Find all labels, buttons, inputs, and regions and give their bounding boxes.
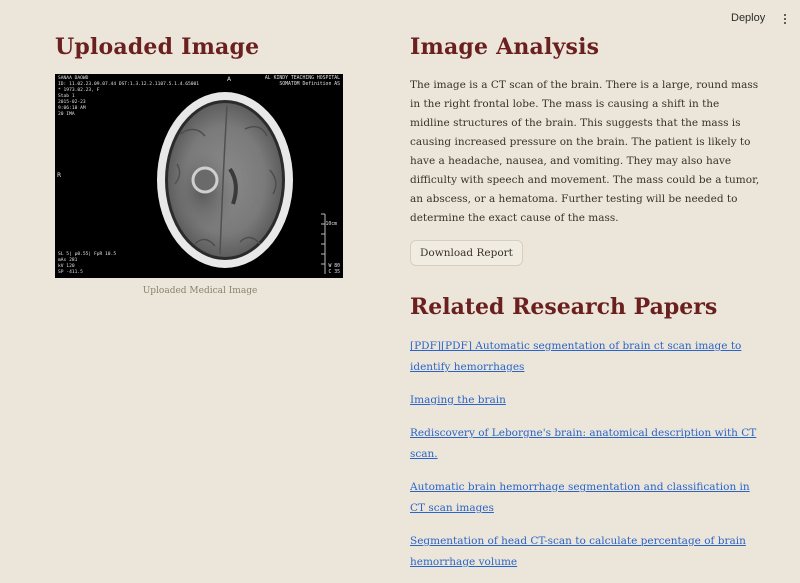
top-bar: Deploy [0, 0, 800, 36]
overlay-line: SP -411.5 [58, 270, 83, 275]
uploaded-image-column: Uploaded Image SANAA DAOWD ID: 11.02.23.… [55, 34, 345, 296]
overlay-line: SOMATOM Definition AS [279, 82, 340, 87]
scan-marker-left: R [57, 172, 62, 179]
paper-link[interactable]: Imaging the brain [410, 394, 506, 406]
paper-link[interactable]: Rediscovery of Leborgne's brain: anatomi… [410, 427, 756, 460]
list-item: [PDF][PDF] Automatic segmentation of bra… [410, 334, 760, 376]
main-menu-kebab-icon[interactable] [780, 12, 790, 26]
list-item: Segmentation of head CT-scan to calculat… [410, 529, 760, 571]
scan-marker-top: A [227, 76, 232, 83]
overlay-line: 20 IMA [58, 112, 75, 117]
deploy-button[interactable]: Deploy [731, 12, 765, 24]
scan-overlay-bottom-left: SL 5| p0.55| FpR 10.5 mAs 281 kV 120 SP … [58, 252, 116, 276]
overlay-line: C 35 [328, 270, 340, 275]
analysis-text: The image is a CT scan of the brain. The… [410, 79, 760, 224]
paper-link[interactable]: Automatic brain hemorrhage segmentation … [410, 481, 750, 514]
scan-overlay-top-left: SANAA DAOWD ID: 11.02.23.09.07.44 DST:1.… [58, 76, 199, 118]
list-item: Imaging the brain [410, 388, 760, 409]
scan-scale-label: 10cm [325, 222, 337, 227]
analysis-column: Image Analysis The image is a CT scan of… [410, 34, 770, 583]
download-report-button[interactable]: Download Report [410, 240, 523, 266]
image-caption: Uploaded Medical Image [142, 286, 258, 296]
related-papers-title: Related Research Papers [410, 294, 718, 320]
paper-link[interactable]: Segmentation of head CT-scan to calculat… [410, 535, 746, 568]
scan-overlay-bottom-right: W 80 C 35 [328, 264, 340, 276]
list-item: Automatic brain hemorrhage segmentation … [410, 475, 760, 517]
ct-scan-image: SANAA DAOWD ID: 11.02.23.09.07.44 DST:1.… [55, 74, 343, 278]
scan-overlay-top-right: AL KINDY TEACHING HOSPITAL SOMATOM Defin… [265, 76, 340, 88]
image-analysis-title: Image Analysis [410, 34, 600, 60]
list-item: Rediscovery of Leborgne's brain: anatomi… [410, 421, 760, 463]
uploaded-image-title: Uploaded Image [55, 34, 260, 60]
papers-list: [PDF][PDF] Automatic segmentation of bra… [410, 334, 760, 571]
paper-link[interactable]: [PDF][PDF] Automatic segmentation of bra… [410, 340, 741, 373]
